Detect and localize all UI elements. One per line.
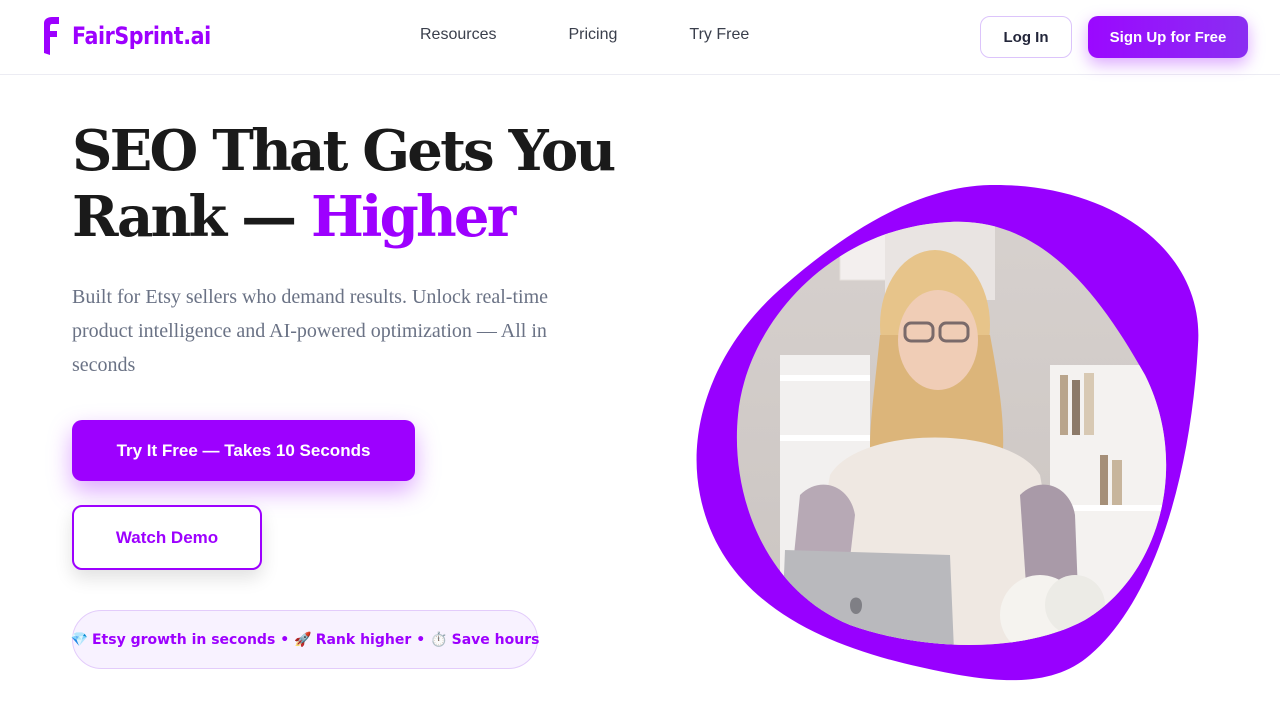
- nav-link-pricing[interactable]: Pricing: [568, 26, 617, 44]
- logo-icon: [44, 17, 59, 55]
- logo-text: FairSprint.ai: [72, 22, 211, 50]
- nav-link-try-free[interactable]: Try Free: [689, 26, 749, 44]
- main-nav: Resources Pricing Try Free: [420, 26, 821, 44]
- badge-separator: •: [280, 631, 290, 648]
- try-free-button[interactable]: Try It Free — Takes 10 Seconds: [72, 420, 415, 481]
- badge-text: Etsy growth in seconds: [91, 631, 276, 648]
- login-button[interactable]: Log In: [980, 16, 1072, 58]
- badge-text: Rank higher: [315, 631, 412, 648]
- hero-title: SEO That Gets You Rank — Higher: [72, 118, 672, 250]
- site-header: FairSprint.ai Resources Pricing Try Free…: [0, 0, 1280, 75]
- hero-title-accent: Higher: [311, 184, 516, 250]
- nav-link-resources[interactable]: Resources: [420, 26, 496, 44]
- watch-demo-button[interactable]: Watch Demo: [72, 505, 262, 570]
- rocket-icon: 🚀: [294, 631, 312, 648]
- hero-description: Built for Etsy sellers who demand result…: [72, 286, 549, 376]
- badge-separator: •: [416, 631, 426, 648]
- logo[interactable]: FairSprint.ai: [42, 17, 233, 55]
- badge-text: Save hours: [451, 631, 540, 648]
- feature-badges: 💎 Etsy growth in seconds • 🚀 Rank higher…: [70, 610, 540, 669]
- stopwatch-icon: ⏱️: [430, 631, 448, 648]
- gem-icon: 💎: [70, 631, 88, 648]
- hero-illustration: [696, 184, 1199, 681]
- signup-button[interactable]: Sign Up for Free: [1088, 16, 1248, 58]
